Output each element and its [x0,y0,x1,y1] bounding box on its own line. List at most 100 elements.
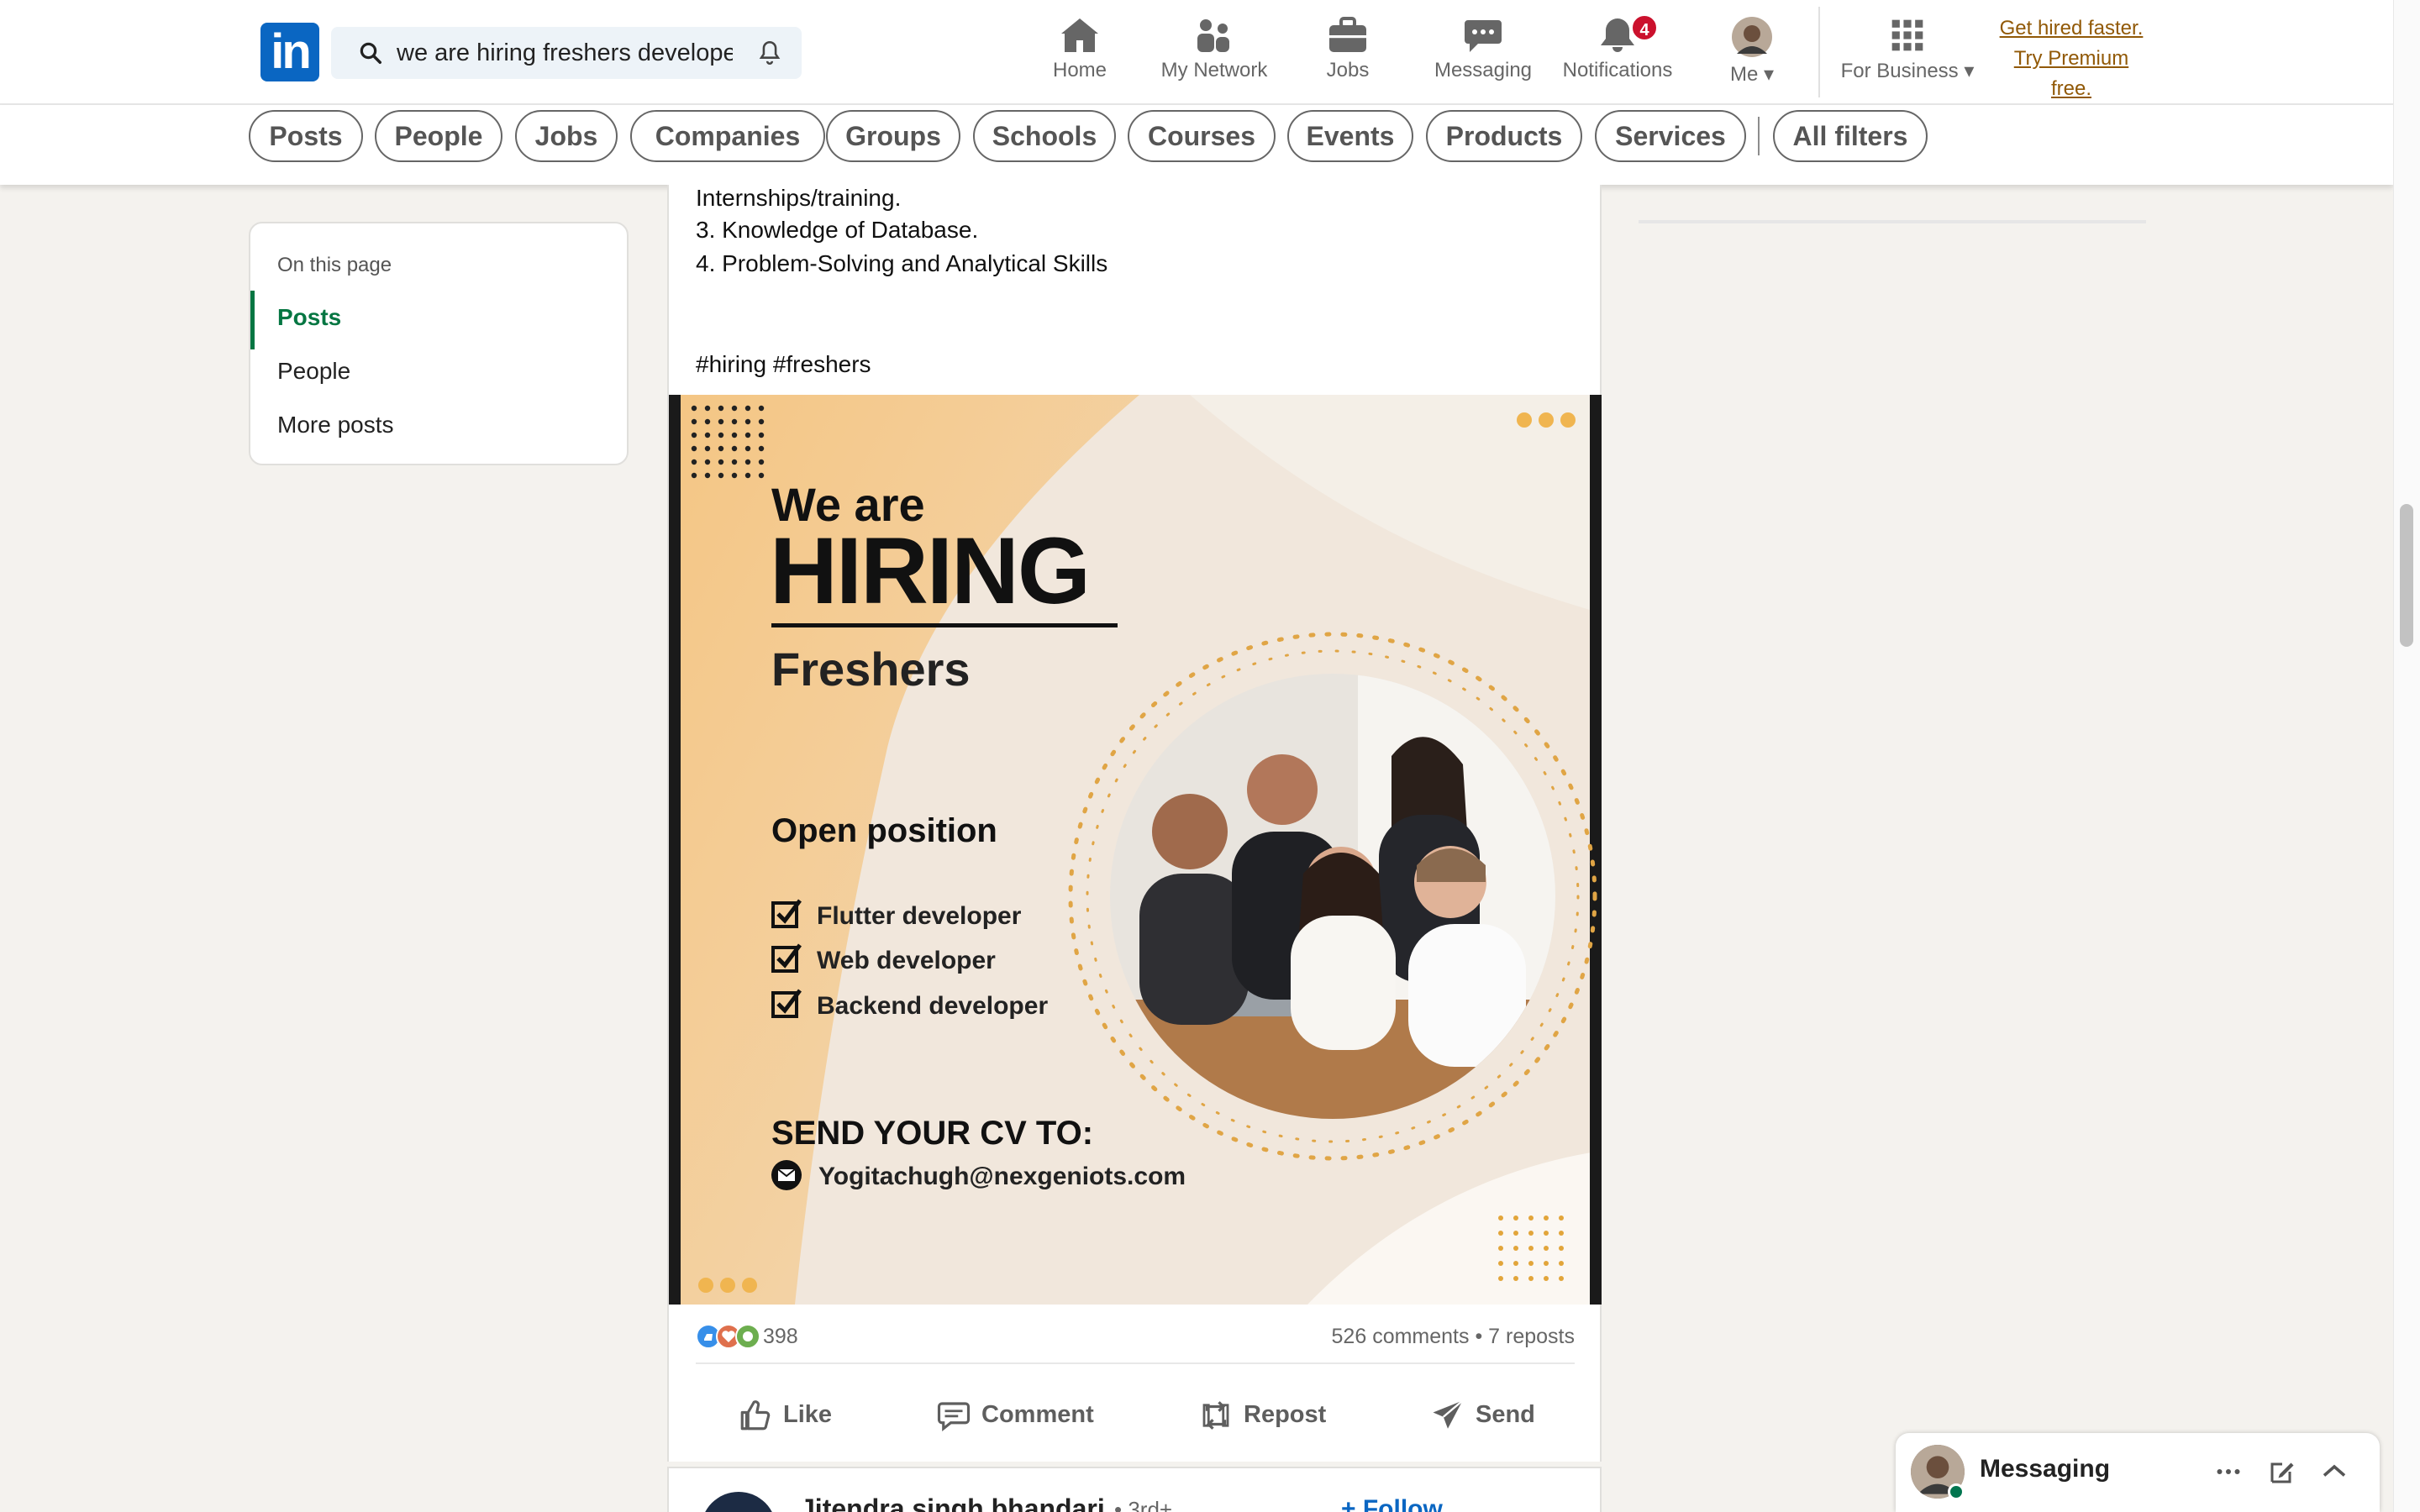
poster-position-1: Flutter developer [817,902,1022,930]
premium-link[interactable]: Get hired faster. Try Premium free. [1983,13,2160,104]
on-this-page-posts[interactable]: Posts [277,304,341,331]
messaging-overlay[interactable]: Messaging [1896,1433,2380,1512]
compose-icon[interactable] [2267,1457,2297,1487]
scrollbar-track[interactable] [2393,0,2420,1512]
on-this-page-title: On this page [277,254,392,276]
active-indicator [250,291,255,349]
poster-position-3: Backend developer [817,992,1048,1020]
nav-jobs-label: Jobs [1326,59,1370,81]
avatar [1732,17,1772,57]
stats-divider [696,1362,1575,1364]
linkedin-logo[interactable]: in [260,23,319,81]
poster-email: Yogitachugh@nexgeniots.com [818,1163,1186,1190]
post-card: Internships/training. 3. Knowledge of Da… [667,185,1602,1462]
author-avatar[interactable] [701,1492,776,1512]
poster-open-position: Open position [771,812,997,849]
nav-divider [1818,7,1820,97]
email-icon [771,1160,802,1190]
connection-degree: • 3rd+ [1114,1497,1173,1512]
filter-companies[interactable]: Companies [630,110,825,162]
hiring-poster: We are HIRING Freshers Open position Flu… [669,395,1602,1305]
nav-notifications-label: Notifications [1562,59,1673,81]
my-network-icon [1197,19,1229,52]
search-bar[interactable] [331,27,802,79]
jobs-icon [1329,17,1366,52]
nav-me-label: Me ▾ [1729,63,1775,86]
filter-schools[interactable]: Schools [973,110,1116,162]
chevron-down-icon: ▾ [1964,60,1975,82]
repost-button[interactable]: Repost [1198,1388,1326,1441]
follow-button[interactable]: + Follow [1341,1495,1443,1512]
filter-events[interactable]: Events [1287,110,1413,162]
nav-home-label: Home [1052,59,1107,81]
nav-home[interactable]: Home [1029,13,1130,91]
nav-messaging[interactable]: Messaging [1424,13,1542,91]
comments-count[interactable]: 526 comments [1332,1325,1470,1348]
nav-messaging-label: Messaging [1434,59,1533,81]
poster-position-2: Web developer [817,947,996,974]
thumbs-up-icon [740,1400,771,1431]
comment-label: Comment [981,1401,1094,1428]
online-status-indicator [1948,1483,1965,1500]
home-icon [1061,18,1098,52]
nav-my-network[interactable]: My Network [1151,13,1277,91]
scrollbar-thumb[interactable] [2400,504,2413,647]
chevron-down-icon: ▾ [1763,63,1775,86]
post-hashtags[interactable]: #hiring #freshers [696,351,871,378]
poster-send-cv: SEND YOUR CV TO: [771,1115,1093,1152]
filter-posts[interactable]: Posts [249,110,363,162]
send-icon [1433,1399,1464,1430]
reactions-count[interactable]: 398 [763,1325,798,1349]
nav-for-business-label: For Business ▾ [1840,60,1975,82]
messaging-title[interactable]: Messaging [1980,1455,2110,1483]
on-this-page-more-posts[interactable]: More posts [277,412,394,438]
filter-products[interactable]: Products [1426,110,1582,162]
nav-jobs[interactable]: Jobs [1301,13,1395,91]
send-button[interactable]: Send [1430,1388,1535,1441]
like-label: Like [783,1401,833,1428]
comments-reposts: 526 comments • 7 reposts [1332,1325,1575,1349]
more-options-icon[interactable] [2213,1457,2244,1487]
search-icon [360,42,381,64]
poster-hiring: HIRING [770,518,1089,623]
author-name[interactable]: Jitendra singh bhandari [800,1494,1105,1512]
premium-line-3: free. [2050,77,2092,100]
on-this-page-people[interactable]: People [277,358,350,385]
top-navigation: in Home My Network Jobs Messaging 4 Noti… [0,0,2393,105]
bell-icon[interactable] [755,39,784,67]
comment-icon [937,1402,971,1432]
send-label: Send [1476,1401,1535,1428]
poster-freshers: Freshers [771,643,971,696]
reposts-count[interactable]: 7 reposts [1488,1325,1575,1348]
repost-label: Repost [1244,1401,1327,1428]
right-column-divider [1639,220,2146,223]
notifications-badge: 4 [1630,13,1659,42]
post-text-line: Internships/training. [696,185,902,211]
nav-for-business[interactable]: For Business ▾ [1832,13,1983,91]
search-filter-bar: Posts People Jobs Companies Groups Schoo… [0,105,2393,185]
comment-button[interactable]: Comment [936,1388,1094,1441]
filter-groups[interactable]: Groups [826,110,960,162]
nav-me[interactable]: Me ▾ [1714,13,1790,91]
stats-separator: • [1475,1325,1489,1348]
next-post-card: Jitendra singh bhandari • 3rd+ + Follow [667,1467,1602,1512]
filter-separator [1758,117,1760,155]
post-image[interactable]: We are HIRING Freshers Open position Flu… [669,395,1602,1305]
post-text-line: 3. Knowledge of Database. [696,217,979,243]
filter-courses[interactable]: Courses [1128,110,1276,162]
repost-icon [1202,1401,1229,1431]
nav-notifications[interactable]: 4 Notifications [1555,13,1681,91]
on-this-page-card: On this page Posts People More posts [249,222,629,465]
filter-all-filters[interactable]: All filters [1773,110,1928,162]
premium-line-1: Get hired faster. [1999,17,2144,39]
filter-people[interactable]: People [375,110,502,162]
premium-line-2: Try Premium [2013,47,2129,70]
like-button[interactable]: Like [738,1388,832,1441]
chevron-up-icon[interactable] [2319,1457,2349,1487]
grid-icon [1891,19,1923,51]
filter-services[interactable]: Services [1595,110,1746,162]
filter-jobs[interactable]: Jobs [515,110,618,162]
search-input[interactable] [397,34,733,72]
nav-my-network-label: My Network [1160,59,1268,81]
reactions-icon [696,1324,760,1349]
